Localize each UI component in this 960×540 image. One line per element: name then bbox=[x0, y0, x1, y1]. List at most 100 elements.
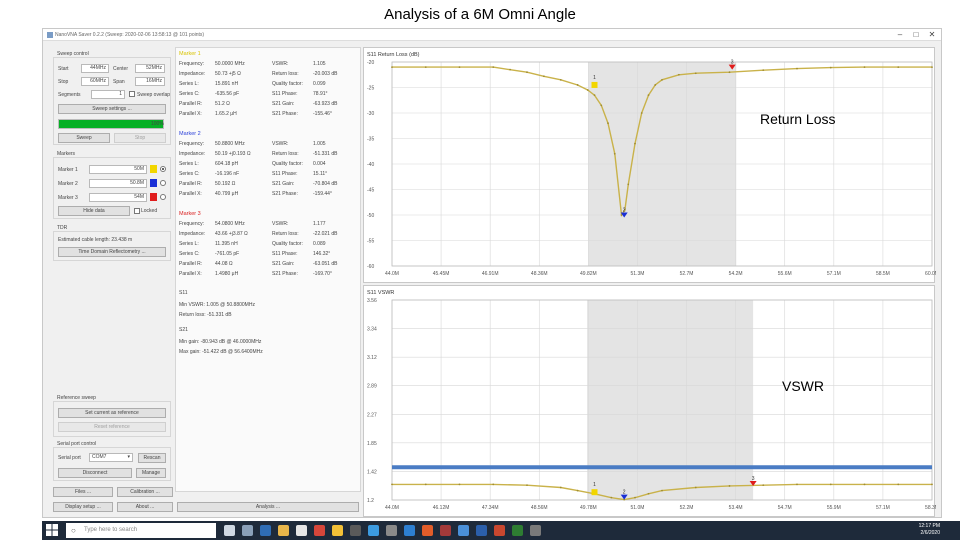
readout-key: S21 Phase: bbox=[272, 111, 298, 117]
stop-label: Stop bbox=[58, 79, 69, 85]
start-label: Start bbox=[58, 66, 69, 72]
serial-port-select[interactable]: COM7 ▾ bbox=[89, 453, 133, 462]
y-tick-label: 1.42 bbox=[367, 469, 377, 475]
readout-value: 1.005 bbox=[313, 141, 326, 147]
readout-value: 54.0800 MHz bbox=[215, 221, 245, 227]
about-button[interactable]: About ... bbox=[117, 502, 173, 512]
readout-key: Frequency: bbox=[179, 61, 205, 67]
readout-key: Series L: bbox=[179, 81, 199, 87]
readout-value: 40.799 μH bbox=[215, 191, 239, 197]
data-point bbox=[509, 68, 512, 71]
app-icon-4[interactable] bbox=[404, 525, 415, 536]
stop-button[interactable]: Stop bbox=[114, 133, 166, 143]
close-button[interactable]: ✕ bbox=[925, 30, 939, 40]
data-point bbox=[863, 66, 866, 68]
marker-active-radio[interactable] bbox=[160, 194, 166, 200]
store-icon[interactable] bbox=[296, 525, 307, 536]
readout-value: -22.021 dB bbox=[313, 231, 338, 237]
readout-value: -70.804 dB bbox=[313, 181, 338, 187]
x-tick-label: 49.78M bbox=[580, 505, 597, 511]
readout-value: 78.91° bbox=[313, 91, 328, 97]
app-icon-3[interactable] bbox=[386, 525, 397, 536]
task-view-icon[interactable] bbox=[242, 525, 253, 536]
marker-color-swatch[interactable] bbox=[150, 193, 157, 201]
marker-symbol[interactable] bbox=[591, 81, 598, 88]
readout-value: 15.891 nH bbox=[215, 81, 239, 87]
powerpoint-icon[interactable] bbox=[494, 525, 505, 536]
rescan-button[interactable]: Rescan bbox=[138, 453, 166, 463]
app-icon-2[interactable] bbox=[368, 525, 379, 536]
marker-active-radio[interactable] bbox=[160, 180, 166, 186]
app-icon-5[interactable] bbox=[422, 525, 433, 536]
word-icon[interactable] bbox=[476, 525, 487, 536]
app-icon-8[interactable] bbox=[512, 525, 523, 536]
windows-start-icon[interactable] bbox=[46, 524, 58, 536]
span-input[interactable]: 16MHz bbox=[135, 77, 165, 86]
y-tick-label: -20 bbox=[367, 60, 374, 66]
taskbar-search-box[interactable]: ○ Type here to search bbox=[66, 523, 216, 538]
data-point bbox=[458, 66, 461, 68]
file-explorer-icon[interactable] bbox=[278, 525, 289, 536]
marker-symbol[interactable] bbox=[591, 489, 598, 496]
readout-key: Parallel X: bbox=[179, 271, 202, 277]
tdr-button[interactable]: Time Domain Reflectometry ... bbox=[58, 247, 166, 257]
readout-key: Quality factor: bbox=[272, 241, 303, 247]
marker-color-swatch[interactable] bbox=[150, 179, 157, 187]
microphone-icon[interactable] bbox=[224, 525, 235, 536]
taskbar-clock: 12:17 PM 2/6/2020 bbox=[919, 523, 940, 537]
disconnect-button[interactable]: Disconnect bbox=[58, 468, 132, 478]
calibration-button[interactable]: Calibration ... bbox=[117, 487, 173, 497]
files-button[interactable]: Files ... bbox=[53, 487, 113, 497]
taskbar-date: 2/6/2020 bbox=[920, 530, 940, 536]
marker-frequency-input[interactable]: 50M bbox=[89, 165, 147, 174]
maximize-button[interactable]: □ bbox=[909, 30, 923, 40]
marker-frequency-input[interactable]: 54M bbox=[89, 193, 147, 202]
marker-active-radio[interactable] bbox=[160, 166, 166, 172]
x-tick-label: 58.5M bbox=[876, 271, 890, 277]
x-tick-label: 44.0M bbox=[385, 271, 399, 277]
readout-value: 51.2 Ω bbox=[215, 101, 230, 107]
marker-frequency-input[interactable]: 50.8M bbox=[89, 179, 147, 188]
sweep-settings-button[interactable]: Sweep settings ... bbox=[58, 104, 166, 114]
mail-icon[interactable] bbox=[314, 525, 325, 536]
readout-value: -169.70° bbox=[313, 271, 332, 277]
chrome-icon[interactable] bbox=[332, 525, 343, 536]
data-point bbox=[526, 484, 528, 487]
readout-key: Quality factor: bbox=[272, 81, 303, 87]
app-icon-6[interactable] bbox=[440, 525, 451, 536]
data-point bbox=[640, 112, 643, 114]
edge-icon[interactable] bbox=[260, 525, 271, 536]
sweep-overlap-checkbox[interactable] bbox=[129, 91, 135, 97]
readout-key: Series C: bbox=[179, 91, 200, 97]
manage-button[interactable]: Manage bbox=[136, 468, 166, 478]
readout-value: -20.003 dB bbox=[313, 71, 338, 77]
marker-color-swatch[interactable] bbox=[150, 165, 157, 173]
start-input[interactable]: 44MHz bbox=[81, 64, 109, 73]
display-setup-button[interactable]: Display setup ... bbox=[53, 502, 113, 512]
readout-key: S21 Phase: bbox=[272, 191, 298, 197]
locked-checkbox[interactable] bbox=[134, 208, 140, 214]
set-reference-button[interactable]: Set current as reference bbox=[58, 408, 166, 418]
readout-value: 1.105 bbox=[313, 61, 326, 67]
hide-data-button[interactable]: Hide data bbox=[58, 206, 130, 216]
readout-key: Frequency: bbox=[179, 141, 205, 147]
readout-key: Impedance: bbox=[179, 71, 206, 77]
sweep-button[interactable]: Sweep bbox=[58, 133, 110, 143]
readout-value: 146.32° bbox=[313, 251, 331, 257]
app-icon-9[interactable] bbox=[530, 525, 541, 536]
center-input[interactable]: 52MHz bbox=[135, 64, 165, 73]
app-icon-1[interactable] bbox=[350, 525, 361, 536]
readout-value: -159.44° bbox=[313, 191, 332, 197]
stop-input[interactable]: 60MHz bbox=[81, 77, 109, 86]
analysis-button[interactable]: Analysis ... bbox=[177, 502, 359, 512]
readout-value: 1.177 bbox=[313, 221, 326, 227]
app-window: NanoVNA Saver 0.2.2 (Sweep: 2020-02-06 1… bbox=[42, 28, 942, 518]
data-point bbox=[627, 183, 630, 186]
minimize-button[interactable]: – bbox=[893, 30, 907, 40]
app-icon-7[interactable] bbox=[458, 525, 469, 536]
reset-reference-button[interactable]: Reset reference bbox=[58, 422, 166, 432]
return-loss-summary: Return loss: -51.331 dB bbox=[179, 312, 232, 318]
readout-value: -63.923 dB bbox=[313, 101, 338, 107]
readout-value: -63.051 dB bbox=[313, 261, 338, 267]
segments-input[interactable]: 1 bbox=[91, 90, 125, 99]
